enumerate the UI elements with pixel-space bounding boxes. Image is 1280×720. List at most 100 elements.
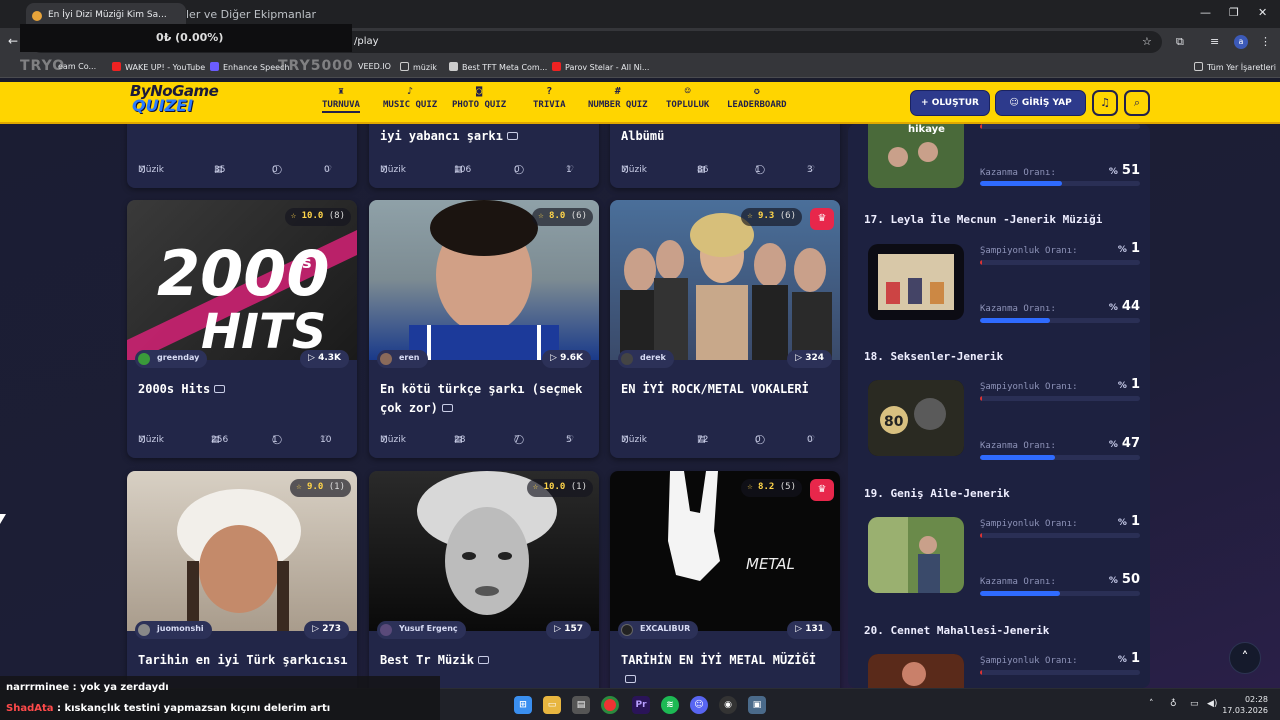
login-button[interactable]: ☺ GİRİŞ YAP <box>995 90 1086 116</box>
hash-icon: # <box>614 86 621 97</box>
author-chip[interactable]: EXCALIBUR <box>618 621 699 639</box>
bookmark-tft[interactable]: Best TFT Meta Com... <box>449 62 547 72</box>
author-chip[interactable]: greenday <box>135 350 208 368</box>
leaderboard-thumbnail[interactable]: 80 <box>868 380 964 456</box>
quiz-card[interactable]: ☆ 9.3 (6) ♛ derek ▷ 324 EN İYİ ROCK/META… <box>610 200 840 458</box>
maximize-icon[interactable]: ❐ <box>1229 6 1239 19</box>
bar-fill <box>980 396 982 401</box>
trophy-icon: ♜ <box>337 86 344 97</box>
profile-avatar[interactable]: a <box>1234 35 1248 49</box>
quiz-card[interactable]: ☆ 8.0 (6) eren ▷ 9.6K En kötü türkçe şar… <box>369 200 599 458</box>
card-title: Albümü <box>621 127 831 146</box>
card-meta: ♫ Müzik ▤ 86 ◯ 1 ♡ 3 <box>621 165 831 179</box>
bookmark-star-icon[interactable]: ☆ <box>1142 35 1152 48</box>
quiz-card[interactable]: ☆ 10.0 (1) Yusuf Ergenç ▷ 157 Best Tr Mü… <box>369 471 599 688</box>
system-clock[interactable]: 02:28 17.03.2026 <box>1218 694 1268 716</box>
thumb-leyla-mecnun <box>878 254 954 310</box>
quiz-card[interactable]: METAL ☆ 8.2 (5) ♛ EXCALIBUR ▷ 131 TARİHİ… <box>610 471 840 688</box>
login-label: GİRİŞ YAP <box>1021 98 1072 108</box>
author-chip[interactable]: juomonshi <box>135 621 212 639</box>
leaderboard-entry-title[interactable]: 19. Geniş Aile-Jenerik <box>864 487 1010 500</box>
leaderboard-thumbnail[interactable] <box>868 517 964 593</box>
notifications-button[interactable]: ♫ <box>1092 90 1118 116</box>
comments-text: 0 <box>514 165 520 175</box>
author-chip[interactable]: Yusuf Ergenç <box>377 621 466 639</box>
store-icon[interactable]: ▤ <box>572 696 590 714</box>
leaderboard-entry-title[interactable]: 18. Seksenler-Jenerik <box>864 350 1003 363</box>
site-header: ByNoGame QUIZEI ♜ TURNUVA ♪ MUSIC QUIZ ◙ PH… <box>0 82 1280 124</box>
avatar <box>621 624 633 636</box>
author-name: greenday <box>157 353 200 362</box>
rating-count: (6) <box>570 211 587 221</box>
card-title-text: EN İYİ ROCK/METAL VOKALERİ <box>621 382 809 396</box>
cover-text-metal: METAL <box>746 555 795 573</box>
volume-icon[interactable]: ◀) <box>1207 699 1217 709</box>
windows-start-icon[interactable]: ⊞ <box>514 696 532 714</box>
likes-text: 5 <box>566 435 572 445</box>
video-icon <box>477 656 489 664</box>
network-icon[interactable]: ▭ <box>1190 699 1199 709</box>
nav-label: PHOTO QUIZ <box>452 100 507 110</box>
plays-text: 131 <box>805 624 824 634</box>
thumb-seksenler: 80 <box>868 380 964 456</box>
menu-dots-icon[interactable]: ⋮ <box>1260 35 1271 48</box>
discord-icon[interactable]: ☺ <box>690 696 708 714</box>
chrome-icon[interactable] <box>601 696 619 714</box>
bookmark-all[interactable]: Tüm Yer İşaretleri <box>1194 62 1276 72</box>
quiz-card[interactable]: ♫ Müzik ▤ 35 ◯ 0 ♡ 0 <box>127 124 357 188</box>
nav-turnuva[interactable]: ♜ TURNUVA <box>322 86 360 113</box>
percent-sign: % <box>1117 381 1127 391</box>
create-button[interactable]: + OLUŞTUR <box>910 90 990 116</box>
nav-trivia[interactable]: ? TRIVIA <box>533 86 566 110</box>
leaderboard-thumbnail[interactable]: hikaye <box>868 124 964 188</box>
extensions-icon[interactable]: ⧉ <box>1176 35 1184 49</box>
leaderboard-entry-title[interactable]: 20. Cennet Mahallesi-Jenerik <box>864 624 1049 637</box>
quiz-card[interactable]: 2000 s HITS ☆ 10.0 (8) greenday ▷ 4.3K 2… <box>127 200 357 458</box>
nav-music-quiz[interactable]: ♪ MUSIC QUIZ <box>383 86 437 110</box>
tft-icon <box>449 62 458 71</box>
bell-icon: ♫ <box>1100 96 1110 109</box>
card-title: EN İYİ ROCK/METAL VOKALERİ <box>621 380 831 399</box>
plays-text: 4.3K <box>318 353 341 363</box>
percent-sign: % <box>1117 245 1127 255</box>
author-chip[interactable]: eren <box>377 350 428 368</box>
bookmark-youtube[interactable]: WAKE UP! - YouTube <box>112 62 205 72</box>
card-title: iyi yabancı şarkı <box>380 127 590 146</box>
quiz-card[interactable]: ☆ 9.0 (1) juomonshi ▷ 273 Tarihin en iyi… <box>127 471 357 688</box>
scroll-to-top-button[interactable]: ˄ <box>1229 642 1261 674</box>
app-icon[interactable]: ▣ <box>748 696 766 714</box>
quiz-card[interactable]: iyi yabancı şarkı ♫ Müzik ▤ 106 ◯ 0 ♡ 1 <box>369 124 599 188</box>
leaderboard-entry-title[interactable]: 17. Leyla İle Mecnun -Jenerik Müziği <box>864 213 1102 226</box>
search-button[interactable]: ⌕ <box>1124 90 1150 116</box>
minimize-icon[interactable]: — <box>1200 6 1211 19</box>
bookmark-parov[interactable]: Parov Stelar - All Ni... <box>552 62 649 72</box>
author-chip[interactable]: derek <box>618 350 674 368</box>
microphone-icon[interactable]: ♁ <box>1170 699 1177 709</box>
close-window-icon[interactable]: ✕ <box>1258 6 1267 19</box>
tray-chevron-icon[interactable]: ˄ <box>1149 699 1154 709</box>
leaderboard-thumbnail[interactable] <box>868 654 964 688</box>
card-meta: ♫ Müzik ▤ 106 ◯ 0 ♡ 1 <box>380 165 590 179</box>
site-logo[interactable]: ByNoGame QUIZEI <box>126 82 226 118</box>
bookmark-veed[interactable]: VEED.IO <box>358 62 391 71</box>
nav-photo-quiz[interactable]: ◙ PHOTO QUIZ <box>452 86 506 110</box>
quiz-card[interactable]: Albümü ♫ Müzik ▤ 86 ◯ 1 ♡ 3 <box>610 124 840 188</box>
leaderboard-thumbnail[interactable] <box>868 244 964 320</box>
premiere-icon[interactable]: Pr <box>632 696 650 714</box>
media-icon[interactable]: ≡ <box>1210 35 1219 48</box>
file-explorer-icon[interactable]: ▭ <box>543 696 561 714</box>
nav-number-quiz[interactable]: # NUMBER QUIZ <box>588 86 648 110</box>
obs-icon[interactable]: ◉ <box>719 696 737 714</box>
nav-leaderboard[interactable]: ✪ LEADERBOARD <box>727 86 787 110</box>
spotify-icon[interactable]: ≋ <box>661 696 679 714</box>
champ-value-text: 1 <box>1130 241 1140 256</box>
cover-text-s: s <box>302 253 312 272</box>
win-rate-bar <box>980 591 1140 596</box>
nav-topluluk[interactable]: ☺ TOPLULUK <box>666 86 709 110</box>
play-icon: ▷ <box>308 353 319 363</box>
back-arrow-icon[interactable]: ← <box>8 34 18 48</box>
questions-text: 86 <box>697 165 709 175</box>
questions-text: 106 <box>454 165 472 175</box>
win-rate-value: % 51 <box>1109 163 1140 178</box>
bookmark-muzik[interactable]: müzik <box>400 62 437 72</box>
